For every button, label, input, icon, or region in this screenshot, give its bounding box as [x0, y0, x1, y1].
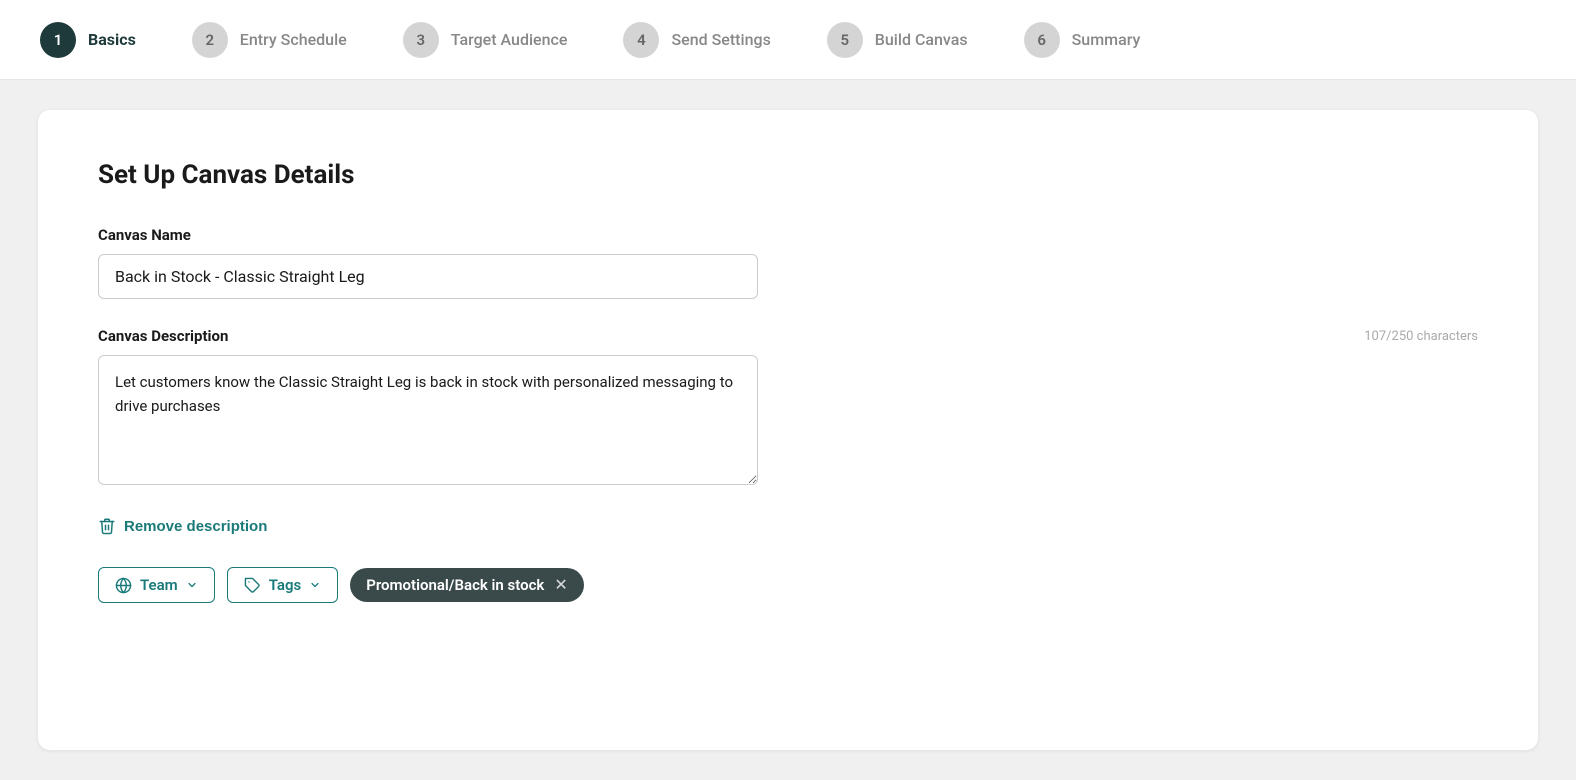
step-basics[interactable]: 1 Basics [40, 22, 164, 58]
tag-icon [244, 577, 261, 594]
step-send-settings[interactable]: 4 Send Settings [595, 22, 798, 58]
trash-icon [98, 517, 116, 535]
canvas-name-label: Canvas Name [98, 226, 1478, 244]
step-summary[interactable]: 6 Summary [996, 22, 1169, 58]
canvas-details-card: Set Up Canvas Details Canvas Name Canvas… [38, 110, 1538, 750]
step-label-build-canvas: Build Canvas [875, 30, 968, 49]
step-circle-2: 2 [192, 22, 228, 58]
globe-icon [115, 577, 132, 594]
canvas-description-textarea[interactable] [98, 355, 758, 485]
step-circle-6: 6 [1024, 22, 1060, 58]
step-label-entry-schedule: Entry Schedule [240, 30, 347, 49]
team-dropdown-button[interactable]: Team [98, 567, 215, 603]
tags-dropdown-button[interactable]: Tags [227, 567, 339, 603]
badge-label: Promotional/Back in stock [366, 576, 544, 594]
step-entry-schedule[interactable]: 2 Entry Schedule [164, 22, 375, 58]
char-count: 107/250 characters [1364, 329, 1478, 344]
tags-row: Team Tags Promotional/Back in stock [98, 567, 1478, 603]
canvas-description-label: Canvas Description [98, 327, 228, 345]
step-target-audience[interactable]: 3 Target Audience [375, 22, 596, 58]
canvas-description-field-group: Canvas Description 107/250 characters [98, 327, 1478, 489]
step-label-send-settings: Send Settings [671, 30, 770, 49]
step-build-canvas[interactable]: 5 Build Canvas [799, 22, 996, 58]
remove-description-button[interactable]: Remove description [98, 517, 267, 535]
step-circle-1: 1 [40, 22, 76, 58]
step-circle-3: 3 [403, 22, 439, 58]
canvas-name-input[interactable] [98, 254, 758, 299]
step-label-summary: Summary [1072, 30, 1141, 49]
step-label-target-audience: Target Audience [451, 30, 568, 49]
step-circle-4: 4 [623, 22, 659, 58]
step-circle-5: 5 [827, 22, 863, 58]
step-navigation: 1 Basics 2 Entry Schedule 3 Target Audie… [0, 0, 1576, 80]
step-label-basics: Basics [88, 30, 136, 49]
main-content: Set Up Canvas Details Canvas Name Canvas… [0, 80, 1576, 780]
section-title: Set Up Canvas Details [98, 160, 1478, 190]
tags-chevron-icon [309, 579, 321, 591]
canvas-name-field-group: Canvas Name [98, 226, 1478, 299]
canvas-description-label-row: Canvas Description 107/250 characters [98, 327, 1478, 345]
promotional-tag-badge: Promotional/Back in stock ✕ [350, 568, 584, 602]
badge-close-button[interactable]: ✕ [554, 577, 567, 593]
team-chevron-icon [186, 579, 198, 591]
